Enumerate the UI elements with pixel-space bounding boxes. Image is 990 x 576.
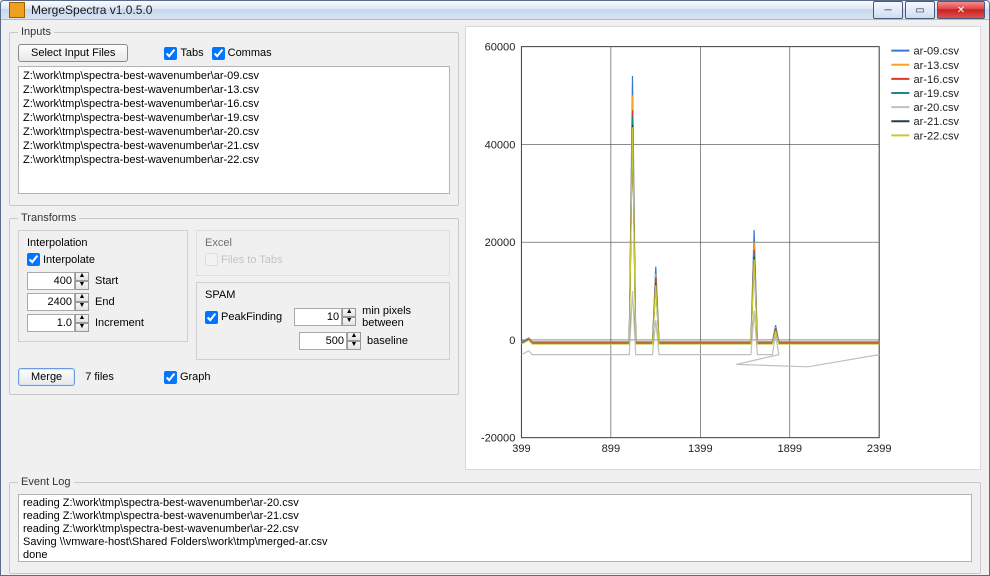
spin-up-icon[interactable]: ▲ bbox=[342, 308, 356, 317]
end-input[interactable] bbox=[27, 293, 75, 311]
svg-text:ar-20.csv: ar-20.csv bbox=[913, 102, 959, 114]
svg-text:20000: 20000 bbox=[485, 237, 516, 249]
svg-text:ar-13.csv: ar-13.csv bbox=[913, 60, 959, 72]
files-to-tabs-checkbox: Files to Tabs bbox=[205, 253, 283, 266]
svg-text:40000: 40000 bbox=[485, 139, 516, 151]
spin-down-icon[interactable]: ▼ bbox=[75, 323, 89, 332]
merge-button[interactable]: Merge bbox=[18, 368, 75, 386]
svg-text:0: 0 bbox=[509, 335, 515, 347]
baseline-input[interactable] bbox=[299, 332, 347, 350]
increment-spinner[interactable]: ▲▼ bbox=[27, 314, 89, 332]
chart-panel[interactable]: 399899139918992399-200000200004000060000… bbox=[465, 26, 981, 470]
app-icon bbox=[9, 2, 25, 18]
svg-text:1399: 1399 bbox=[688, 443, 713, 455]
event-log-text[interactable] bbox=[18, 494, 972, 562]
tabs-checkbox[interactable]: Tabs bbox=[164, 47, 203, 60]
files-to-tabs-checkbox-input bbox=[205, 253, 218, 266]
spin-down-icon[interactable]: ▼ bbox=[342, 317, 356, 326]
graph-checkbox-input[interactable] bbox=[164, 371, 177, 384]
svg-text:2399: 2399 bbox=[867, 443, 892, 455]
svg-text:ar-22.csv: ar-22.csv bbox=[913, 130, 959, 142]
baseline-label: baseline bbox=[367, 335, 408, 347]
select-input-files-button[interactable]: Select Input Files bbox=[18, 44, 128, 62]
maximize-button[interactable]: ▭ bbox=[905, 1, 935, 19]
spectra-chart: 399899139918992399-200000200004000060000… bbox=[466, 27, 980, 469]
spin-up-icon[interactable]: ▲ bbox=[75, 272, 89, 281]
increment-label: Increment bbox=[95, 317, 144, 329]
tabs-checkbox-input[interactable] bbox=[164, 47, 177, 60]
min-pixels-label: min pixels between bbox=[362, 305, 441, 329]
event-log-legend: Event Log bbox=[18, 476, 74, 488]
min-pixels-spinner[interactable]: ▲▼ bbox=[294, 308, 356, 326]
window-title: MergeSpectra v1.0.5.0 bbox=[31, 3, 871, 17]
graph-checkbox[interactable]: Graph bbox=[164, 371, 211, 384]
increment-input[interactable] bbox=[27, 314, 75, 332]
end-label: End bbox=[95, 296, 115, 308]
spin-up-icon[interactable]: ▲ bbox=[347, 332, 361, 341]
file-count-label: 7 files bbox=[85, 371, 114, 383]
interpolate-checkbox-input[interactable] bbox=[27, 253, 40, 266]
end-spinner[interactable]: ▲▼ bbox=[27, 293, 89, 311]
svg-text:899: 899 bbox=[602, 443, 620, 455]
interpolate-checkbox[interactable]: Interpolate bbox=[27, 253, 95, 266]
spin-up-icon[interactable]: ▲ bbox=[75, 314, 89, 323]
close-button[interactable]: ✕ bbox=[937, 1, 985, 19]
transforms-legend: Transforms bbox=[18, 212, 79, 224]
svg-text:ar-09.csv: ar-09.csv bbox=[913, 46, 959, 58]
inputs-group: Inputs Select Input Files Tabs Commas bbox=[9, 26, 459, 206]
commas-checkbox[interactable]: Commas bbox=[212, 47, 272, 60]
transforms-group: Transforms Interpolation Interpolate bbox=[9, 212, 459, 395]
peakfinding-checkbox[interactable]: PeakFinding bbox=[205, 311, 282, 324]
start-label: Start bbox=[95, 275, 118, 287]
svg-text:ar-21.csv: ar-21.csv bbox=[913, 116, 959, 128]
interpolation-group: Interpolation Interpolate ▲▼ bbox=[18, 230, 188, 342]
start-spinner[interactable]: ▲▼ bbox=[27, 272, 89, 290]
titlebar[interactable]: MergeSpectra v1.0.5.0 ─ ▭ ✕ bbox=[1, 1, 989, 20]
baseline-spinner[interactable]: ▲▼ bbox=[299, 332, 361, 350]
inputs-legend: Inputs bbox=[18, 26, 54, 38]
spin-down-icon[interactable]: ▼ bbox=[75, 281, 89, 290]
app-window: MergeSpectra v1.0.5.0 ─ ▭ ✕ Inputs Selec… bbox=[0, 0, 990, 576]
start-input[interactable] bbox=[27, 272, 75, 290]
spam-group: SPAM PeakFinding ▲▼ bbox=[196, 282, 450, 360]
spin-down-icon[interactable]: ▼ bbox=[75, 302, 89, 311]
spin-down-icon[interactable]: ▼ bbox=[347, 341, 361, 350]
input-files-list[interactable] bbox=[18, 66, 450, 194]
svg-text:ar-16.csv: ar-16.csv bbox=[913, 74, 959, 86]
event-log-group: Event Log bbox=[9, 476, 981, 574]
svg-text:60000: 60000 bbox=[485, 42, 516, 54]
svg-text:1899: 1899 bbox=[777, 443, 802, 455]
commas-checkbox-input[interactable] bbox=[212, 47, 225, 60]
min-pixels-input[interactable] bbox=[294, 308, 342, 326]
svg-text:ar-19.csv: ar-19.csv bbox=[913, 88, 959, 100]
spin-up-icon[interactable]: ▲ bbox=[75, 293, 89, 302]
minimize-button[interactable]: ─ bbox=[873, 1, 903, 19]
svg-text:-20000: -20000 bbox=[481, 433, 516, 445]
excel-group: Excel Files to Tabs bbox=[196, 230, 450, 276]
peakfinding-checkbox-input[interactable] bbox=[205, 311, 218, 324]
